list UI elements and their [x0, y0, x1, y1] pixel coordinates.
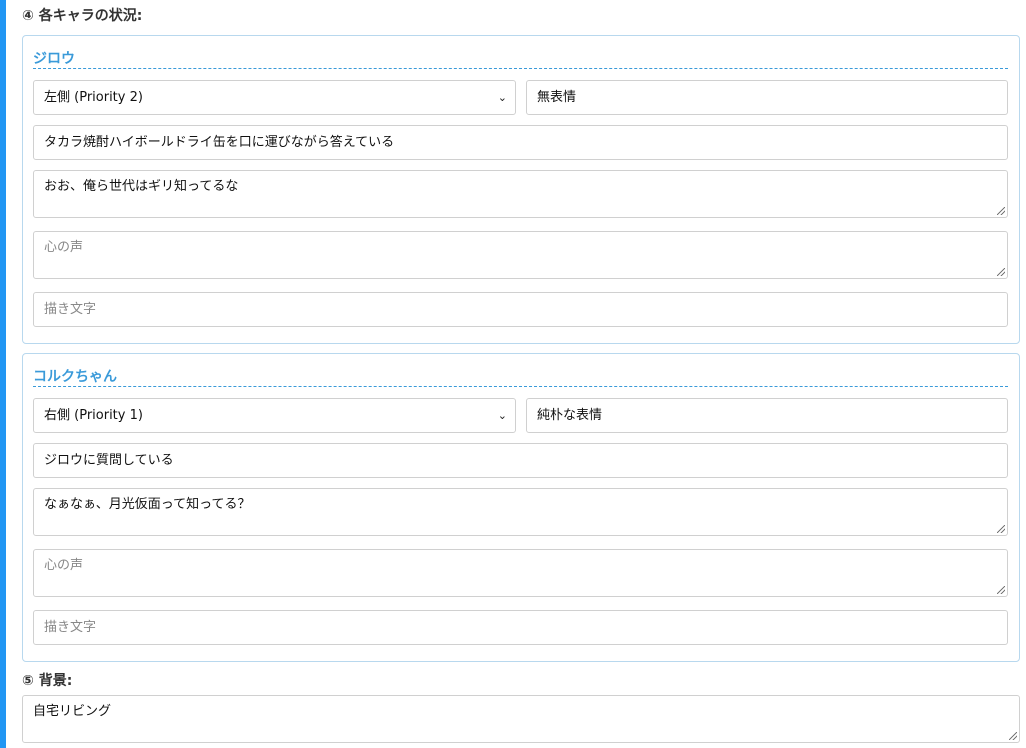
- section-5-title: ⑤ 背景:: [22, 673, 73, 689]
- section-4-title: ④ 各キャラの状況:: [22, 8, 143, 24]
- inner-voice-textarea[interactable]: 心の声: [33, 549, 1008, 597]
- chevron-down-icon: ⌄: [497, 409, 507, 422]
- chevron-down-icon: ⌄: [497, 91, 507, 104]
- position-select-value: 右側 (Priority 1): [44, 408, 143, 423]
- dialogue-textarea[interactable]: おお、俺ら世代はギリ知ってるな: [33, 170, 1008, 218]
- character-name: ジロウ: [33, 36, 1008, 69]
- drawn-text-input[interactable]: 描き文字: [33, 292, 1008, 327]
- resize-grip-icon[interactable]: [997, 586, 1005, 594]
- expression-input[interactable]: 無表情: [526, 80, 1008, 115]
- resize-grip-icon[interactable]: [1009, 732, 1017, 740]
- position-select-value: 左側 (Priority 2): [44, 90, 143, 105]
- drawn-text-input[interactable]: 描き文字: [33, 610, 1008, 645]
- dialogue-textarea[interactable]: なぁなぁ、月光仮面って知ってる？: [33, 488, 1008, 536]
- expression-input[interactable]: 純朴な表情: [526, 398, 1008, 433]
- action-input[interactable]: タカラ焼酎ハイボールドライ缶を口に運びながら答えている: [33, 125, 1008, 160]
- scene-form: ④ 各キャラの状況: ジロウ 左側 (Priority 2) ⌄ 無表情 タカラ…: [22, 0, 1020, 743]
- drawn-text-placeholder: 描き文字: [44, 302, 97, 317]
- drawn-text-placeholder: 描き文字: [44, 620, 97, 635]
- resize-grip-icon[interactable]: [997, 525, 1005, 533]
- action-input[interactable]: ジロウに質問している: [33, 443, 1008, 478]
- dialogue-text: おお、俺ら世代はギリ知ってるな: [44, 179, 239, 194]
- inner-voice-placeholder: 心の声: [44, 240, 84, 255]
- resize-grip-icon[interactable]: [997, 207, 1005, 215]
- character-card: コルクちゃん 右側 (Priority 1) ⌄ 純朴な表情 ジロウに質問してい…: [22, 353, 1020, 662]
- background-textarea[interactable]: 自宅リビング: [22, 695, 1020, 743]
- left-accent-bar: [0, 0, 6, 748]
- resize-grip-icon[interactable]: [997, 268, 1005, 276]
- position-select[interactable]: 左側 (Priority 2) ⌄: [33, 80, 516, 115]
- character-card: ジロウ 左側 (Priority 2) ⌄ 無表情 タカラ焼酎ハイボールドライ缶…: [22, 35, 1020, 344]
- position-select[interactable]: 右側 (Priority 1) ⌄: [33, 398, 516, 433]
- inner-voice-placeholder: 心の声: [44, 558, 84, 573]
- inner-voice-textarea[interactable]: 心の声: [33, 231, 1008, 279]
- character-name: コルクちゃん: [33, 354, 1008, 387]
- background-text: 自宅リビング: [33, 704, 112, 719]
- dialogue-text: なぁなぁ、月光仮面って知ってる？: [44, 497, 251, 512]
